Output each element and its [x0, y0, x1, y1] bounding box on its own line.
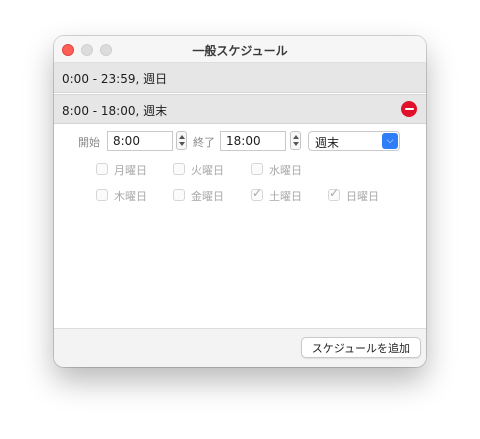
schedule-row-selected[interactable]: 8:00 - 18:00, 週末	[54, 94, 426, 124]
checkbox-wednesday[interactable]	[251, 163, 263, 175]
schedule-window: 一般スケジュール 0:00 - 23:59, 週日 8:00 - 18:00, …	[54, 36, 426, 367]
title-bar: 一般スケジュール	[54, 36, 426, 63]
start-time-stepper[interactable]	[176, 131, 187, 150]
start-time-label: 開始	[78, 136, 100, 149]
schedule-row-label: 0:00 - 23:59, 週日	[62, 72, 168, 86]
checkbox-friday-label: 金曜日	[191, 190, 224, 203]
checkbox-tuesday-label: 火曜日	[191, 164, 224, 177]
checkbox-wednesday-label: 水曜日	[269, 164, 302, 177]
checkbox-thursday-label: 木曜日	[114, 190, 147, 203]
schedule-editor: 開始 8:00 終了 18:00 週末 ⌵ 月曜日 火曜日 水曜日 木曜日 金曜…	[54, 125, 426, 328]
checkmark-icon: ✓	[329, 186, 340, 200]
window-title: 一般スケジュール	[192, 44, 288, 58]
stepper-down-icon[interactable]	[293, 142, 299, 146]
checkbox-thursday[interactable]	[96, 189, 108, 201]
stepper-up-icon[interactable]	[179, 135, 185, 139]
checkbox-sunday[interactable]: ✓	[328, 186, 340, 201]
remove-schedule-button[interactable]	[401, 101, 417, 117]
checkbox-sunday-label: 日曜日	[346, 190, 379, 203]
end-time-stepper[interactable]	[290, 131, 301, 150]
add-schedule-button[interactable]: スケジュールを追加	[300, 337, 421, 358]
stepper-down-icon[interactable]	[179, 142, 185, 146]
checkbox-friday[interactable]	[173, 189, 185, 201]
day-preset-value: 週末	[315, 136, 340, 150]
schedule-row-label: 8:00 - 18:00, 週末	[62, 104, 168, 118]
end-time-field[interactable]: 18:00	[220, 131, 286, 151]
checkbox-saturday[interactable]: ✓	[251, 186, 263, 201]
start-time-field[interactable]: 8:00	[107, 131, 173, 151]
window-footer: スケジュールを追加	[54, 328, 426, 367]
checkbox-monday[interactable]	[96, 163, 108, 175]
minus-circle-icon	[404, 108, 414, 110]
end-time-label: 終了	[193, 136, 215, 149]
chevron-down-icon[interactable]: ⌵	[382, 133, 398, 149]
stepper-up-icon[interactable]	[293, 135, 299, 139]
checkbox-saturday-label: 土曜日	[269, 190, 302, 203]
day-preset-select[interactable]: 週末 ⌵	[308, 131, 400, 151]
schedule-row[interactable]: 0:00 - 23:59, 週日	[54, 63, 426, 93]
checkbox-monday-label: 月曜日	[114, 164, 147, 177]
checkbox-tuesday[interactable]	[173, 163, 185, 175]
checkmark-icon: ✓	[252, 186, 263, 200]
